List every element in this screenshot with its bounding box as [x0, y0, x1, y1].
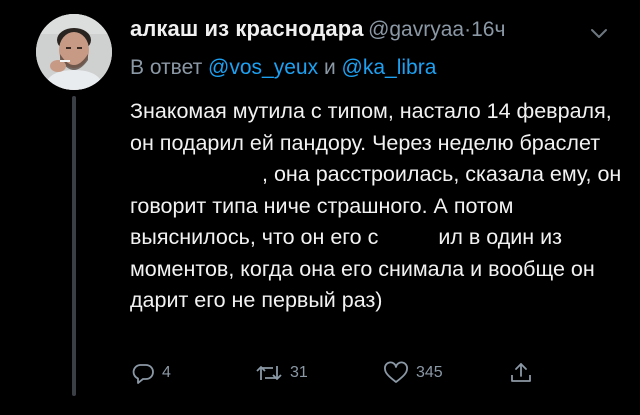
mention-link-1[interactable]: @vos_yeux: [208, 56, 318, 79]
tweet-actions: 4 31 345: [130, 356, 550, 390]
reply-icon: [130, 360, 156, 386]
retweet-count: 31: [290, 364, 308, 381]
like-button[interactable]: 345: [382, 356, 443, 390]
reply-conjunction: и: [323, 56, 336, 79]
heart-icon: [382, 360, 410, 386]
like-count: 345: [416, 364, 443, 381]
thread-line: [72, 96, 76, 396]
reply-count: 4: [162, 364, 171, 381]
display-name[interactable]: алкаш из краснодара: [130, 16, 364, 41]
share-button[interactable]: [508, 356, 534, 390]
avatar-image: [36, 14, 112, 90]
timestamp[interactable]: 16ч: [471, 18, 505, 41]
share-icon: [508, 360, 534, 386]
censor-bar: [378, 224, 439, 248]
avatar[interactable]: [36, 14, 112, 90]
censor-bar: [130, 161, 262, 185]
user-handle[interactable]: @gavryaa: [368, 18, 464, 41]
tweet-header: алкаш из краснодара @gavryaa·16ч: [130, 16, 620, 48]
tweet-text-part-1: Знакомая мутила с типом, настало 14 февр…: [130, 99, 612, 155]
tweet-text: Знакомая мутила с типом, настало 14 февр…: [130, 96, 630, 317]
chevron-down-icon[interactable]: [588, 22, 610, 44]
reply-context: В ответ @vos_yeux и @ka_libra: [130, 56, 436, 80]
reply-prefix: В ответ: [130, 56, 203, 79]
mention-link-2[interactable]: @ka_libra: [342, 56, 437, 79]
reply-button[interactable]: 4: [130, 356, 171, 390]
retweet-icon: [254, 360, 284, 386]
retweet-button[interactable]: 31: [254, 356, 308, 390]
tweet: алкаш из краснодара @gavryaa·16ч В ответ…: [0, 0, 640, 415]
